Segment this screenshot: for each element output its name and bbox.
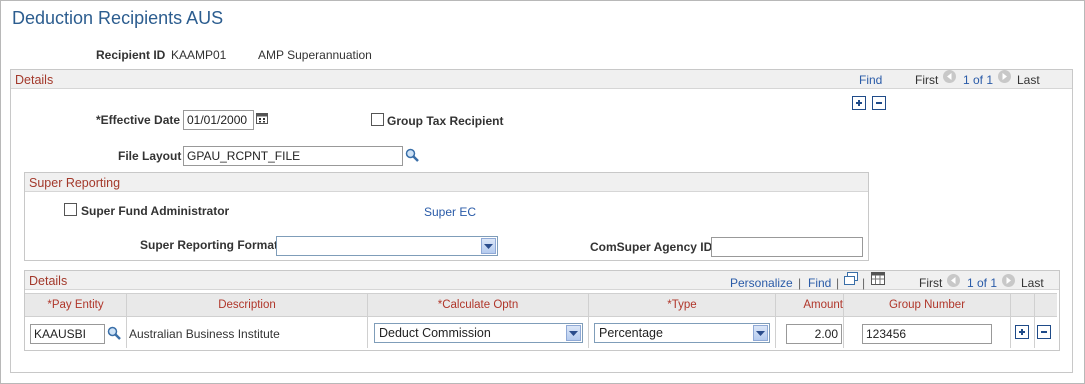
grid-find-link[interactable]: Find	[808, 276, 831, 290]
recipient-name: AMP Superannuation	[258, 48, 372, 62]
recipient-id-label: Recipient ID	[96, 48, 166, 62]
group-tax-label: Group Tax Recipient	[387, 114, 504, 128]
grid-header-label: Details	[29, 274, 68, 288]
grid-separator-3: |	[862, 276, 866, 290]
calculate-optn-select[interactable]: Deduct Commission	[374, 323, 583, 343]
grid-header: Details	[25, 271, 1059, 290]
details-first-label: First	[915, 73, 939, 87]
page-title: Deduction Recipients AUS	[12, 8, 224, 28]
grid-separator: |	[798, 276, 802, 290]
download-icon[interactable]	[871, 272, 885, 285]
group-tax-checkbox[interactable]	[371, 113, 384, 126]
grid-first-label: First	[919, 276, 943, 290]
view-all-icon[interactable]	[844, 272, 858, 285]
column-header-group-number[interactable]: Group Number	[844, 299, 1010, 311]
details-header-label: Details	[15, 73, 54, 87]
chevron-down-icon[interactable]	[753, 325, 768, 341]
column-header-calculate-optn[interactable]: *Calculate Optn	[368, 299, 588, 311]
grid-last-arrow-icon[interactable]	[1002, 274, 1015, 287]
recipient-id-value: KAAMP01	[171, 48, 227, 62]
first-arrow-icon[interactable]	[943, 70, 956, 83]
lookup-icon[interactable]	[405, 148, 419, 162]
last-arrow-icon[interactable]	[998, 70, 1011, 83]
details-header: Details	[11, 70, 1072, 89]
details-range: 1 of 1	[963, 73, 994, 87]
type-value: Percentage	[599, 326, 663, 340]
pay-entity-lookup-icon[interactable]	[107, 326, 121, 340]
grid-separator-2: |	[836, 276, 840, 290]
column-header-description[interactable]: Description	[127, 299, 367, 311]
comsuper-agency-input[interactable]	[711, 237, 863, 257]
grid-add-row-icon[interactable]	[1015, 325, 1029, 339]
comsuper-agency-label: ComSuper Agency ID	[590, 240, 713, 254]
column-header-pay-entity[interactable]: *Pay Entity	[25, 299, 126, 311]
details-find-link[interactable]: Find	[859, 73, 882, 87]
grid-last-label: Last	[1021, 276, 1044, 290]
description-cell: Australian Business Institute	[129, 327, 280, 341]
super-reporting-format-select[interactable]	[276, 236, 498, 256]
delete-row-icon[interactable]	[872, 96, 886, 110]
super-reporting-format-label: Super Reporting Format	[140, 238, 279, 252]
pay-entity-input[interactable]	[30, 324, 105, 344]
column-header-amount[interactable]: Amount	[776, 299, 843, 311]
super-fund-admin-label: Super Fund Administrator	[81, 204, 230, 218]
personalize-link[interactable]: Personalize	[730, 276, 793, 290]
amount-input[interactable]	[786, 324, 842, 344]
details-last-label: Last	[1017, 73, 1040, 87]
grid-first-arrow-icon[interactable]	[947, 274, 960, 287]
calculate-optn-value: Deduct Commission	[379, 326, 491, 340]
type-select[interactable]: Percentage	[594, 323, 770, 343]
grid-delete-row-icon[interactable]	[1037, 325, 1051, 339]
file-layout-label: File Layout	[118, 149, 182, 163]
effective-date-input[interactable]	[183, 110, 254, 130]
calendar-icon[interactable]	[256, 112, 268, 124]
column-header-type[interactable]: *Type	[589, 299, 775, 311]
chevron-down-icon[interactable]	[566, 325, 581, 341]
chevron-down-icon[interactable]	[481, 238, 496, 254]
super-fund-admin-checkbox[interactable]	[64, 203, 77, 216]
grid-range: 1 of 1	[967, 276, 998, 290]
effective-date-label: *Effective Date	[96, 113, 181, 127]
group-number-input[interactable]	[862, 324, 992, 344]
super-reporting-header-label: Super Reporting	[29, 176, 121, 190]
super-ec-link[interactable]: Super EC	[424, 205, 476, 219]
super-reporting-header: Super Reporting	[25, 173, 868, 192]
file-layout-input[interactable]	[183, 146, 403, 166]
add-row-icon[interactable]	[852, 96, 866, 110]
